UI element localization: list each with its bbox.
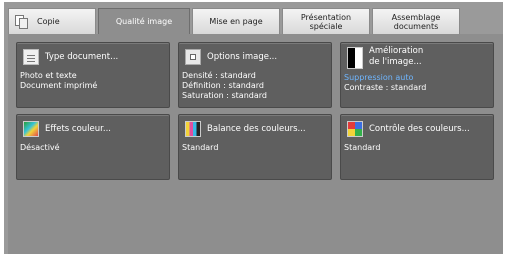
color-effects-icon (23, 121, 39, 137)
color-balance-icon (185, 121, 201, 137)
amelioration-title-line1: Amélioration (369, 46, 424, 56)
tab-copie-label: Copie (37, 17, 60, 26)
options-image-title: Options image... (207, 52, 278, 62)
type-document-value-1: Photo et texte (20, 71, 77, 80)
options-image-value-1: Densité : standard (182, 71, 256, 80)
amelioration-value-1: Suppression auto (344, 73, 414, 82)
tab-mise-en-page-label: Mise en page (209, 17, 263, 26)
tab-presentation-speciale[interactable]: Présentation spéciale (282, 8, 370, 34)
balance-couleurs-title: Balance des couleurs... (207, 124, 306, 134)
image-quality-panel: Type document... Photo et texte Document… (8, 34, 503, 254)
copy-icon (15, 14, 29, 29)
effets-couleur-value: Désactivé (20, 143, 60, 152)
tab-qualite-image-label: Qualité image (115, 17, 173, 26)
tab-assemblage-documents[interactable]: Assemblage documents (372, 8, 460, 34)
options-image-value-2: Définition : standard (182, 81, 265, 90)
color-control-icon (347, 121, 363, 137)
controle-couleurs-value: Standard (344, 143, 381, 152)
amelioration-title-line2: de l'image... (369, 57, 422, 67)
tab-copie[interactable]: Copie (8, 8, 96, 34)
options-image-value-3: Saturation : standard (182, 91, 267, 100)
type-document-title: Type document... (45, 52, 119, 62)
balance-couleurs-value: Standard (182, 143, 219, 152)
image-enhancement-icon (347, 47, 363, 69)
effets-couleur-title: Effets couleur... (45, 124, 111, 134)
controle-couleurs-button[interactable]: Contrôle des couleurs... Standard (340, 114, 494, 180)
document-icon (23, 49, 39, 65)
balance-couleurs-button[interactable]: Balance des couleurs... Standard (178, 114, 332, 180)
copy-screen: Copie Qualité image Mise en page Présent… (4, 2, 503, 254)
controle-couleurs-title: Contrôle des couleurs... (369, 124, 470, 134)
tab-presentation-speciale-label: Présentation spéciale (300, 12, 352, 31)
tab-mise-en-page[interactable]: Mise en page (192, 8, 280, 34)
type-document-value-2: Document imprimé (20, 81, 98, 90)
amelioration-image-button[interactable]: Amélioration de l'image... Suppression a… (340, 42, 494, 108)
effets-couleur-button[interactable]: Effets couleur... Désactivé (16, 114, 170, 180)
options-image-button[interactable]: Options image... Densité : standard Défi… (178, 42, 332, 108)
tab-bar: Copie Qualité image Mise en page Présent… (8, 8, 503, 34)
tab-qualite-image[interactable]: Qualité image (98, 8, 190, 34)
amelioration-value-2: Contraste : standard (344, 83, 427, 92)
tab-assemblage-documents-label: Assemblage documents (391, 12, 441, 31)
image-options-icon (185, 49, 201, 65)
type-document-button[interactable]: Type document... Photo et texte Document… (16, 42, 170, 108)
